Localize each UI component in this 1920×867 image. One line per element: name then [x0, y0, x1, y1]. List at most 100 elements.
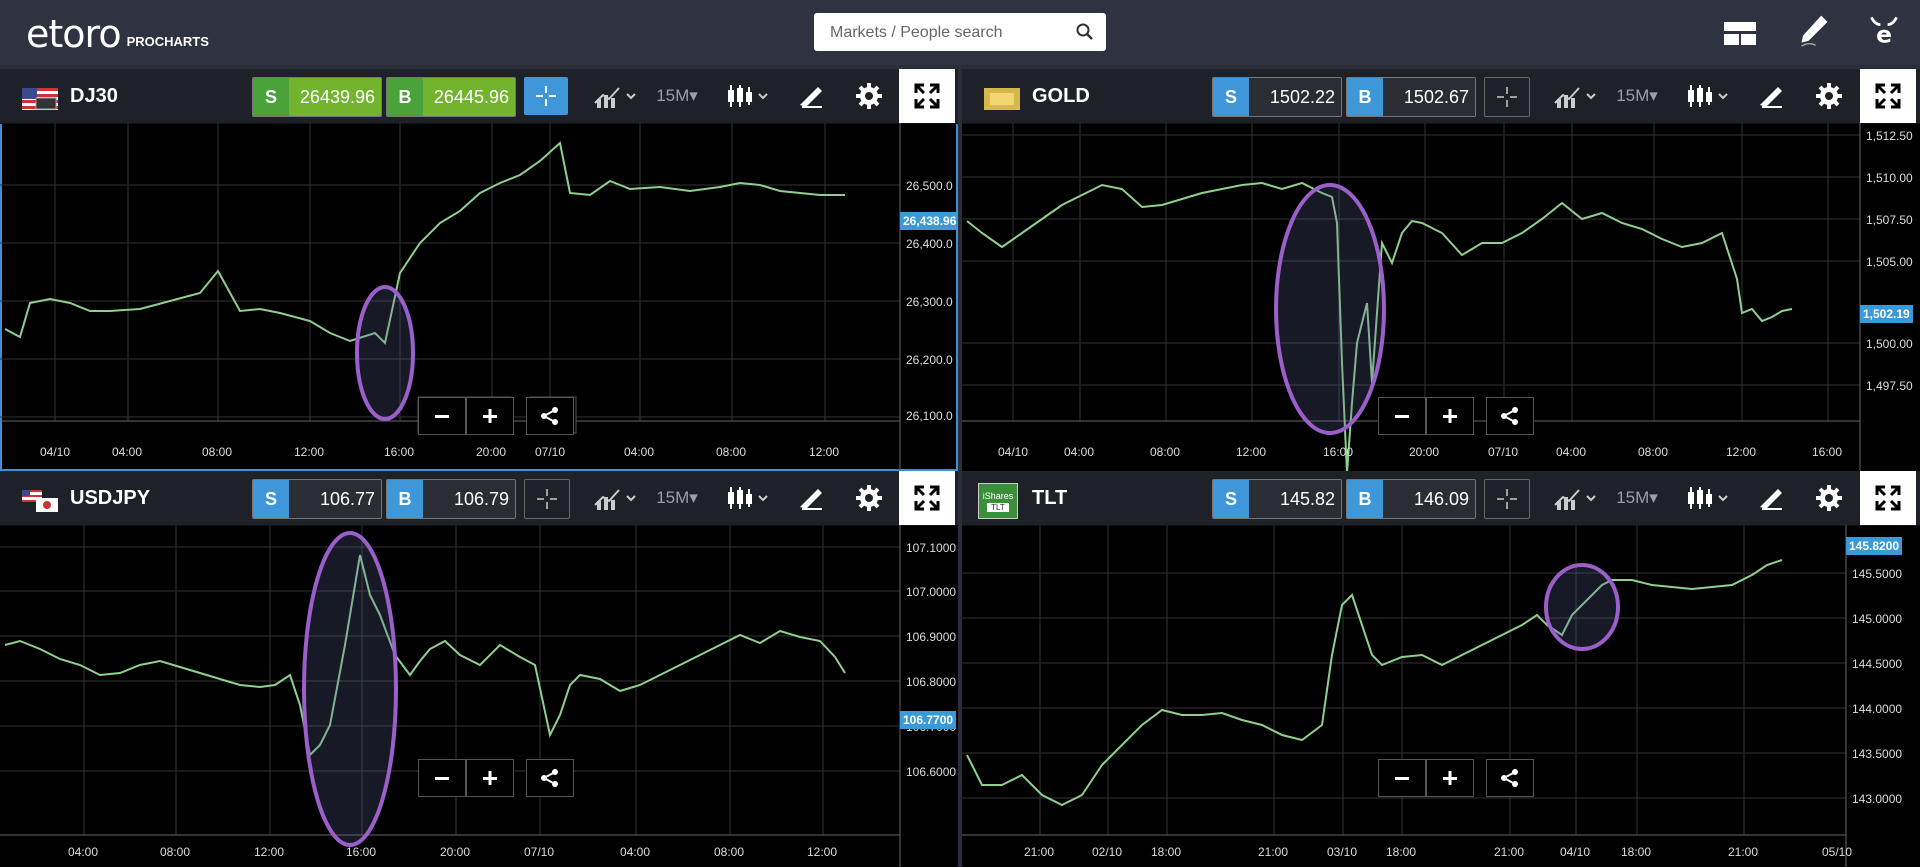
indicators-button[interactable]: [586, 479, 644, 517]
drawing-tools-button[interactable]: [1756, 479, 1786, 517]
crosshair-button[interactable]: [524, 77, 568, 115]
ishares-text: iShares: [982, 490, 1014, 501]
settings-button[interactable]: [1812, 77, 1846, 115]
x-tick: 12:00: [809, 445, 840, 459]
current-price-label: 106.7700: [900, 711, 957, 729]
expand-button[interactable]: [1860, 471, 1916, 525]
x-tick: 07/10: [1488, 445, 1519, 459]
timeframe-selector[interactable]: 15M▾: [652, 479, 702, 517]
crosshair-icon: [537, 489, 557, 509]
chart-type-button[interactable]: [1678, 77, 1736, 115]
crosshair-button[interactable]: [1484, 77, 1530, 117]
y-tick: 1,510.00: [1866, 171, 1913, 185]
sell-tag: S: [253, 480, 289, 518]
plus-icon: [483, 771, 497, 785]
expand-icon: [914, 485, 940, 511]
buy-button[interactable]: B 106.79: [386, 479, 516, 519]
pencil-icon[interactable]: [1796, 12, 1832, 48]
indicators-button[interactable]: [586, 77, 644, 115]
etoro-logo[interactable]: etoro PROCHARTS: [26, 10, 209, 54]
indicators-icon: [594, 489, 636, 510]
zoom-out-button[interactable]: [418, 397, 466, 435]
indicators-button[interactable]: [1546, 479, 1604, 517]
current-price-label: 1,502.19: [1860, 305, 1913, 323]
y-tick: 1,497.50: [1866, 379, 1913, 393]
chart-type-button[interactable]: [1678, 479, 1736, 517]
buy-button[interactable]: B 1502.67: [1346, 77, 1476, 117]
drawing-tools-button[interactable]: [796, 479, 826, 517]
x-tick: 21:00: [1258, 845, 1289, 859]
crosshair-icon: [536, 86, 556, 106]
chart-type-button[interactable]: [718, 77, 776, 115]
crosshair-button[interactable]: [1484, 479, 1530, 519]
chart-type-button[interactable]: [718, 479, 776, 517]
crosshair-button[interactable]: [524, 479, 570, 519]
settings-button[interactable]: [1812, 479, 1846, 517]
x-tick: 16:00: [1323, 445, 1354, 459]
zoom-in-button[interactable]: [1426, 759, 1474, 797]
sell-button[interactable]: S 145.82: [1212, 479, 1342, 519]
indicators-button[interactable]: [1546, 77, 1604, 115]
buy-button[interactable]: B 26445.96: [386, 77, 516, 117]
zoom-out-button[interactable]: [418, 759, 466, 797]
buy-tag: B: [1347, 480, 1383, 518]
x-tick: 07/10: [524, 845, 555, 859]
y-tick: 144.0000: [1852, 702, 1903, 716]
plus-icon: [1443, 409, 1457, 423]
crosshair-icon: [1497, 489, 1517, 509]
zoom-controls: [418, 397, 574, 435]
settings-button[interactable]: [852, 77, 886, 115]
share-button[interactable]: [526, 397, 574, 435]
zoom-out-button[interactable]: [1378, 397, 1426, 435]
panel-header: USDJPY S 106.77 B 106.79 15M▾: [0, 471, 958, 526]
timeframe-selector[interactable]: 15M▾: [1612, 479, 1662, 517]
zoom-in-button[interactable]: [466, 397, 514, 435]
share-button[interactable]: [1486, 759, 1534, 797]
search-input[interactable]: [828, 13, 1072, 53]
chart-panel-gold[interactable]: GOLD S 1502.22 B 1502.67 15M▾ 1,512.50 1,5…: [962, 69, 1920, 471]
x-tick: 21:00: [1494, 845, 1525, 859]
expand-button[interactable]: [1860, 69, 1916, 123]
buy-button[interactable]: B 146.09: [1346, 479, 1476, 519]
indicators-icon: [594, 87, 636, 108]
x-tick: 16:00: [1812, 445, 1843, 459]
zoom-out-button[interactable]: [1378, 759, 1426, 797]
search-icon[interactable]: [1076, 23, 1094, 41]
layout-icon[interactable]: [1722, 16, 1758, 52]
x-tick: 12:00: [254, 845, 285, 859]
x-tick: 21:00: [1728, 845, 1759, 859]
sell-button[interactable]: S 26439.96: [252, 77, 382, 117]
expand-button[interactable]: [899, 471, 955, 525]
drawing-icon: [800, 489, 822, 510]
x-tick: 12:00: [1726, 445, 1757, 459]
drawing-tools-button[interactable]: [1756, 77, 1786, 115]
chart-panel-usdjpy[interactable]: USDJPY S 106.77 B 106.79 15M▾ 107.1000 107…: [0, 471, 958, 867]
zoom-in-button[interactable]: [1426, 397, 1474, 435]
candlestick-icon: [728, 85, 768, 107]
zoom-in-button[interactable]: [466, 759, 514, 797]
search-box[interactable]: [814, 13, 1106, 53]
chart-panel-tlt[interactable]: iShares TLT TLT S 145.82 B 146.09 15M▾ 145…: [962, 471, 1920, 867]
chart-panel-dj30[interactable]: DJ30 S 26439.96 B 26445.96 15M▾ 26,500.0 2…: [0, 69, 958, 471]
sell-button[interactable]: S 1502.22: [1212, 77, 1342, 117]
expand-button[interactable]: [899, 69, 955, 123]
drawing-tools-button[interactable]: [796, 77, 826, 115]
drawing-icon: [1760, 489, 1782, 510]
settings-button[interactable]: [852, 479, 886, 517]
etoro-bull-icon[interactable]: e: [1866, 12, 1902, 48]
timeframe-selector[interactable]: 15M▾: [1612, 77, 1662, 115]
usdjpy-chart-area[interactable]: [0, 525, 958, 867]
share-button[interactable]: [526, 759, 574, 797]
buy-price: 146.09: [1383, 480, 1475, 518]
share-button[interactable]: [1486, 397, 1534, 435]
panel-header: DJ30 S 26439.96 B 26445.96 15M▾: [0, 69, 958, 124]
zoom-controls: [1378, 397, 1534, 435]
usdjpy-flag-icon: [22, 490, 58, 512]
timeframe-selector[interactable]: 15M▾: [652, 77, 702, 115]
tlt-chart-area[interactable]: [962, 525, 1920, 867]
x-tick: 04/10: [40, 445, 71, 459]
share-icon: [541, 769, 558, 787]
x-tick: 08:00: [202, 445, 233, 459]
current-price-label: 26,438.96: [900, 212, 958, 230]
sell-button[interactable]: S 106.77: [252, 479, 382, 519]
